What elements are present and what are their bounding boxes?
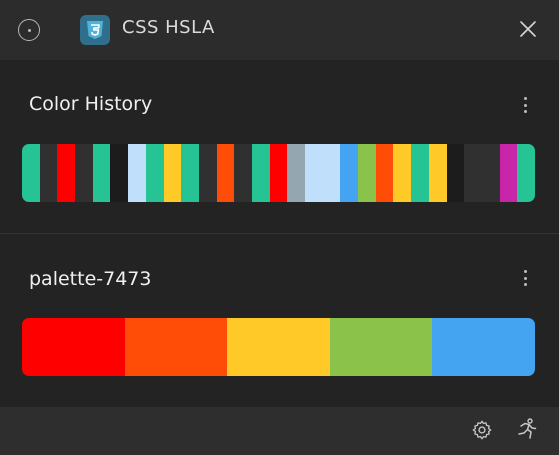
palette-more-icon[interactable] — [521, 268, 529, 288]
dot-icon — [27, 28, 31, 32]
history-swatch[interactable] — [234, 144, 252, 202]
history-swatch[interactable] — [181, 144, 199, 202]
history-swatch[interactable] — [251, 144, 270, 202]
titlebar: CSS HSLA — [0, 0, 559, 60]
history-more-icon[interactable] — [521, 95, 529, 115]
history-swatch[interactable] — [411, 144, 429, 202]
palette-swatch[interactable] — [124, 318, 228, 376]
history-swatch[interactable] — [216, 144, 235, 202]
history-swatch[interactable] — [393, 144, 412, 202]
app-title: CSS HSLA — [122, 17, 215, 38]
close-icon[interactable] — [519, 20, 537, 38]
history-swatch[interactable] — [110, 144, 129, 202]
palette-title: palette-7473 — [29, 268, 152, 290]
history-swatch[interactable] — [163, 144, 182, 202]
history-swatch[interactable] — [92, 144, 111, 202]
history-swatch[interactable] — [57, 144, 76, 202]
palette-strip — [22, 318, 535, 376]
window-menu-button[interactable] — [18, 19, 40, 41]
history-swatch[interactable] — [481, 144, 500, 202]
history-swatch[interactable] — [375, 144, 394, 202]
gear-icon[interactable] — [471, 419, 493, 441]
color-history-strip — [22, 144, 535, 202]
history-title: Color History — [29, 93, 153, 115]
history-swatch[interactable] — [39, 144, 58, 202]
history-swatch[interactable] — [269, 144, 288, 202]
history-swatch[interactable] — [305, 144, 323, 202]
history-swatch[interactable] — [517, 144, 535, 202]
palette-swatch[interactable] — [22, 318, 125, 376]
history-swatch[interactable] — [287, 144, 305, 202]
history-swatch[interactable] — [464, 144, 482, 202]
palette-swatch[interactable] — [432, 318, 535, 376]
history-swatch[interactable] — [358, 144, 376, 202]
section-divider — [0, 233, 559, 234]
history-swatch[interactable] — [322, 144, 341, 202]
history-swatch[interactable] — [198, 144, 217, 202]
history-swatch[interactable] — [428, 144, 447, 202]
history-swatch[interactable] — [446, 144, 465, 202]
history-swatch[interactable] — [128, 144, 146, 202]
css3-shield-icon — [87, 21, 103, 39]
history-swatch[interactable] — [145, 144, 164, 202]
history-swatch[interactable] — [499, 144, 518, 202]
palette-swatch[interactable] — [329, 318, 433, 376]
runner-icon[interactable] — [515, 417, 539, 441]
history-swatch[interactable] — [22, 144, 40, 202]
palette-swatch[interactable] — [227, 318, 330, 376]
history-swatch[interactable] — [340, 144, 359, 202]
history-swatch[interactable] — [75, 144, 93, 202]
app-window: CSS HSLA Color History palette-7473 — [0, 0, 559, 455]
css3-icon — [80, 15, 110, 45]
